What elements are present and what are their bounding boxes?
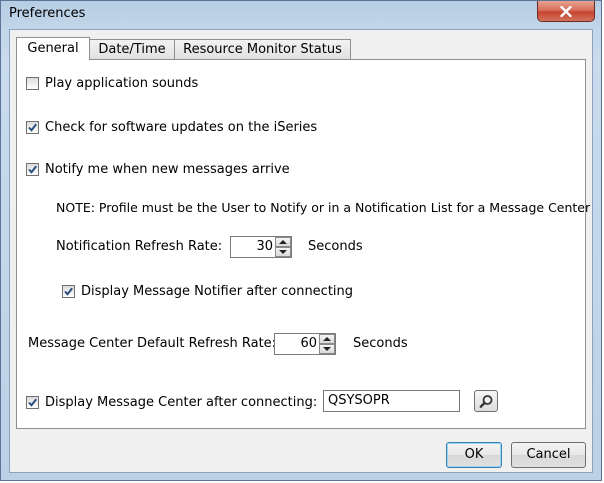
notify-messages-option[interactable]: Notify me when new messages arrive: [26, 162, 290, 177]
display-notifier-checkbox[interactable]: [62, 285, 75, 298]
tab-date-time-label: Date/Time: [98, 42, 166, 57]
spinner-buttons: [319, 334, 335, 354]
play-sounds-checkbox[interactable]: [26, 77, 39, 90]
notification-refresh-up-button[interactable]: [275, 237, 291, 247]
title-bar[interactable]: Preferences: [1, 1, 601, 29]
display-notifier-option[interactable]: Display Message Notifier after connectin…: [62, 284, 353, 299]
message-center-refresh-value[interactable]: 60: [275, 334, 319, 354]
window-title: Preferences: [9, 6, 86, 21]
preferences-window: Preferences General Date/Time Resource M…: [0, 0, 602, 481]
dialog-client-area: General Date/Time Resource Monitor Statu…: [9, 29, 593, 473]
notification-refresh-label: Notification Refresh Rate:: [56, 239, 223, 254]
notification-refresh-unit: Seconds: [308, 239, 363, 254]
notification-refresh-down-button[interactable]: [275, 247, 291, 257]
check-updates-checkbox[interactable]: [26, 121, 39, 134]
checkmark-icon: [64, 287, 73, 296]
tab-general[interactable]: General: [16, 37, 90, 60]
ok-button[interactable]: OK: [446, 442, 502, 468]
checkmark-icon: [28, 165, 37, 174]
play-sounds-option[interactable]: Play application sounds: [26, 76, 198, 91]
tab-resource-monitor-status[interactable]: Resource Monitor Status: [174, 39, 351, 59]
close-button[interactable]: [537, 1, 595, 22]
play-sounds-label: Play application sounds: [45, 76, 199, 91]
check-updates-option[interactable]: Check for software updates on the iSerie…: [26, 120, 317, 135]
cancel-button[interactable]: Cancel: [511, 442, 586, 468]
message-center-refresh-up-button[interactable]: [319, 334, 335, 344]
check-updates-label: Check for software updates on the iSerie…: [45, 120, 318, 135]
message-center-refresh-down-button[interactable]: [319, 344, 335, 354]
display-message-center-label: Display Message Center after connecting:: [45, 395, 318, 410]
message-queue-input[interactable]: QSYSOPR: [323, 390, 460, 412]
tab-resource-monitor-status-label: Resource Monitor Status: [183, 42, 342, 57]
notification-refresh-value[interactable]: 30: [231, 237, 275, 257]
arrow-down-icon: [323, 347, 331, 351]
notification-refresh-spinner[interactable]: 30: [230, 236, 292, 258]
arrow-down-icon: [279, 250, 287, 254]
arrow-up-icon: [323, 337, 331, 341]
tab-general-label: General: [27, 41, 79, 56]
spinner-buttons: [275, 237, 291, 257]
notify-messages-label: Notify me when new messages arrive: [45, 162, 290, 177]
display-notifier-label: Display Message Notifier after connectin…: [81, 284, 354, 299]
display-message-center-option[interactable]: Display Message Center after connecting:: [26, 395, 317, 410]
message-center-refresh-label: Message Center Default Refresh Rate:: [28, 336, 277, 351]
profile-note: NOTE: Profile must be the User to Notify…: [56, 200, 591, 215]
checkmark-icon: [28, 398, 37, 407]
tab-date-time[interactable]: Date/Time: [89, 39, 175, 59]
notify-messages-checkbox[interactable]: [26, 163, 39, 176]
arrow-up-icon: [279, 240, 287, 244]
message-center-refresh-unit: Seconds: [353, 336, 408, 351]
checkmark-icon: [28, 123, 37, 132]
close-icon: [560, 5, 572, 17]
general-tab-panel: Play application sounds Check for softwa…: [16, 59, 590, 429]
display-message-center-checkbox[interactable]: [26, 396, 39, 409]
message-center-refresh-spinner[interactable]: 60: [274, 333, 336, 355]
lookup-button[interactable]: [474, 390, 498, 412]
magnifier-icon: [479, 395, 493, 408]
